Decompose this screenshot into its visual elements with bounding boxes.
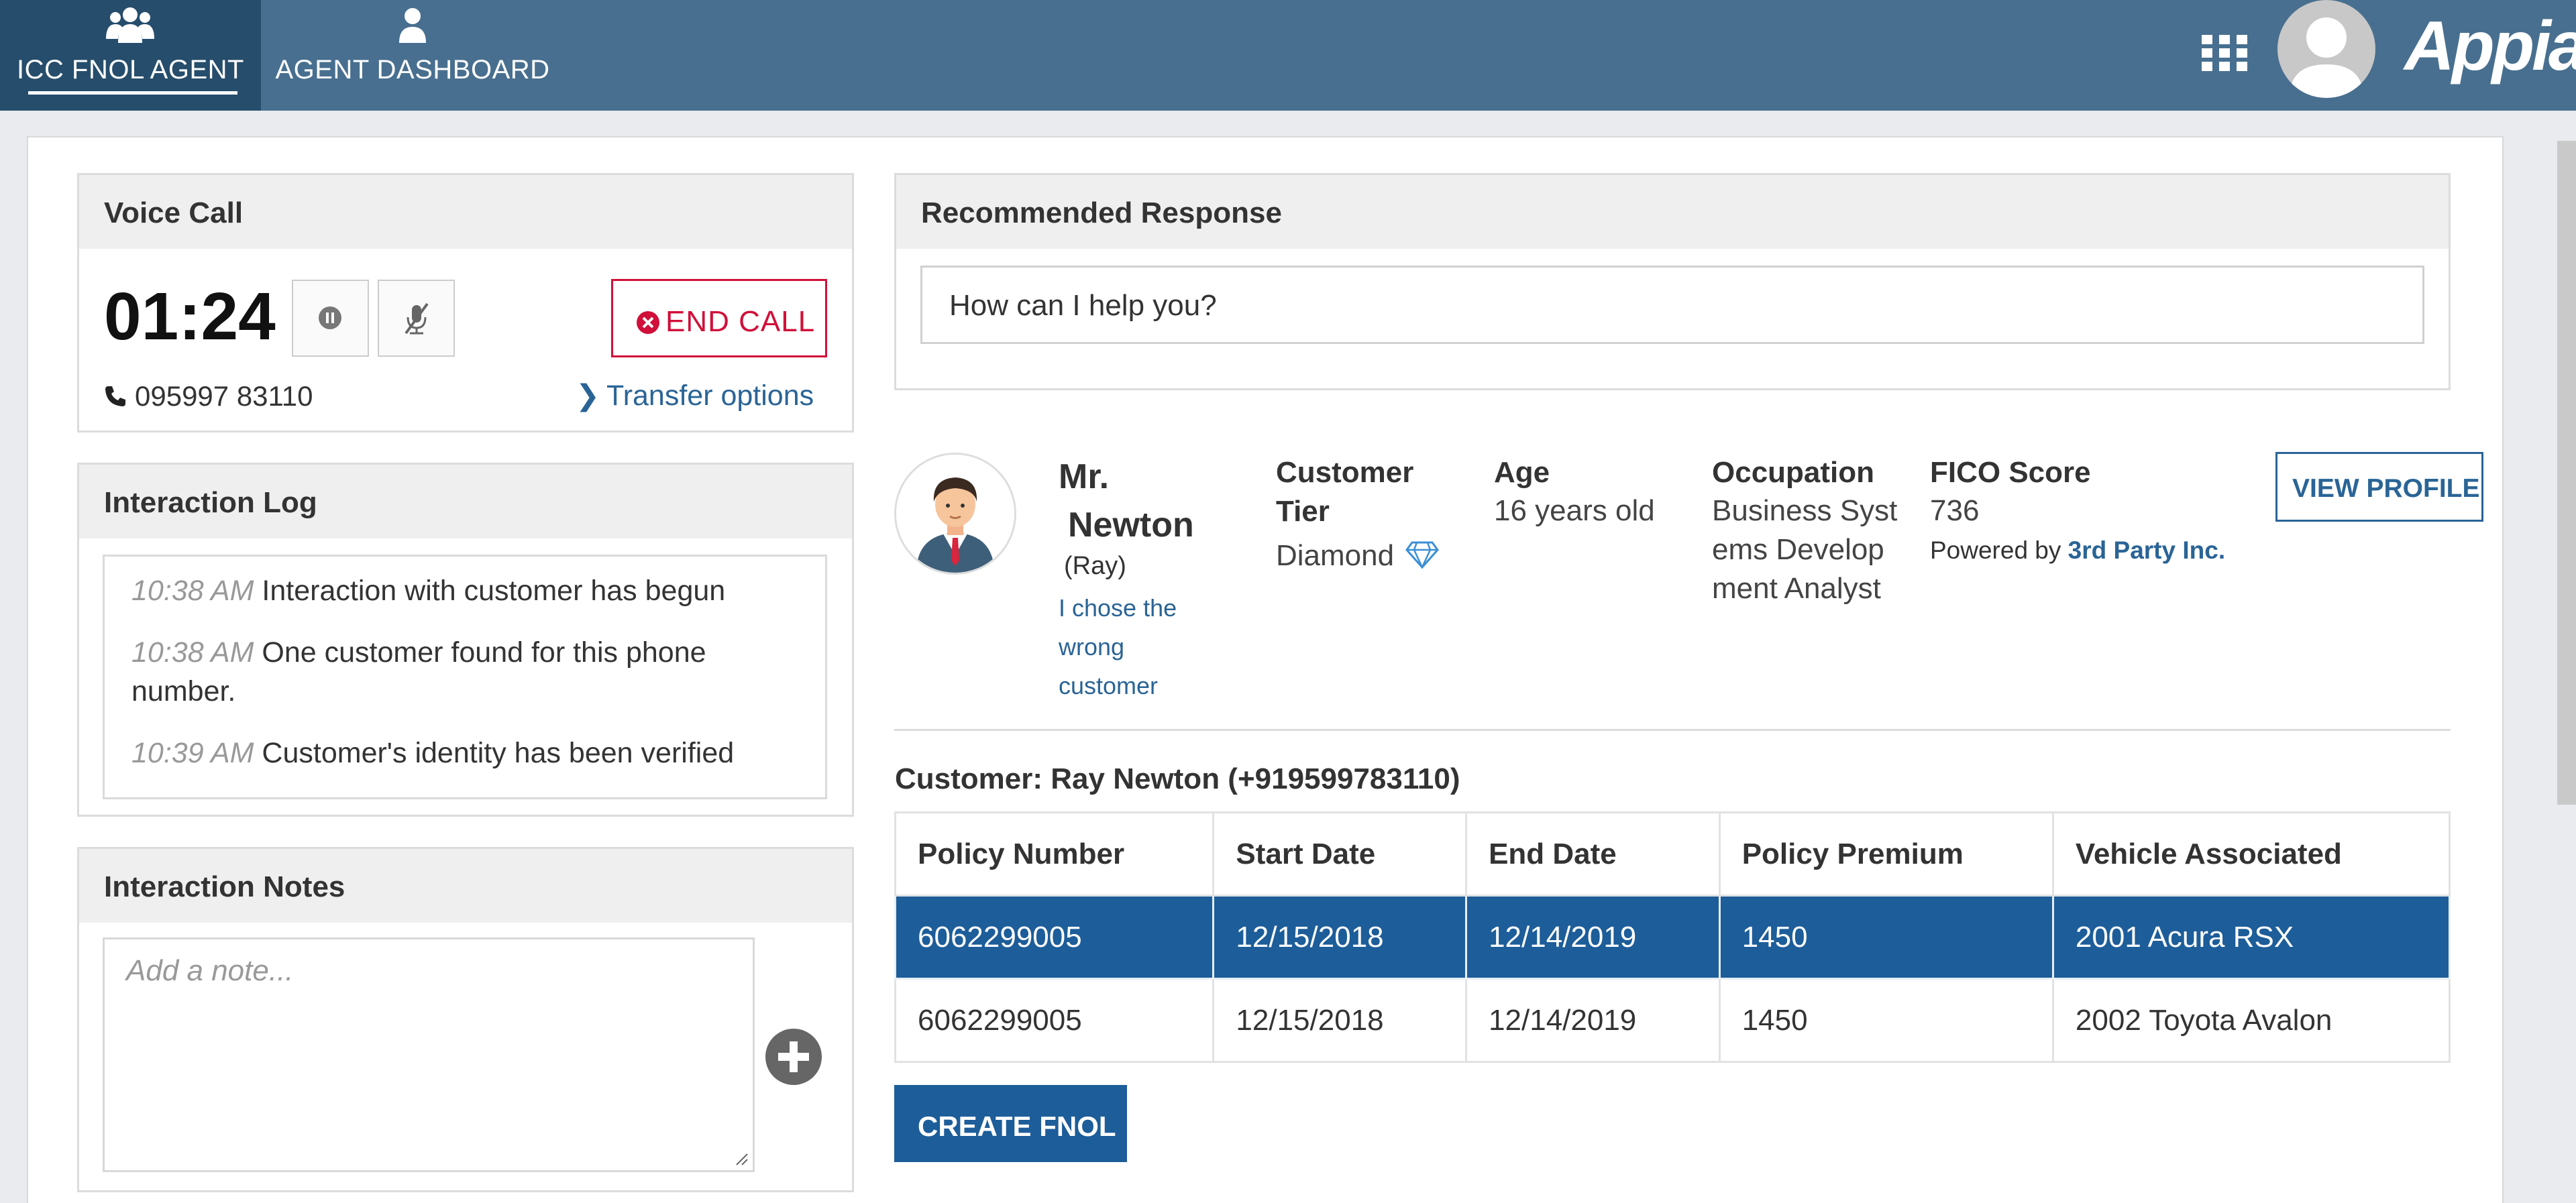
user-avatar[interactable]: [2277, 0, 2375, 98]
start-date-cell: 12/15/2018: [1212, 895, 1468, 980]
customer-summary: Customer: Ray Newton (+919599783110): [895, 762, 1460, 795]
resize-handle-icon: [736, 1153, 748, 1165]
diamond-icon: [1405, 540, 1439, 569]
powered-by-label: Powered by: [1930, 536, 2061, 564]
table-row-selected[interactable]: 6062299005 12/15/2018 12/14/2019 1450 20…: [894, 895, 2451, 980]
occupation-label: Occupation: [1712, 456, 1875, 489]
log-timestamp: 10:39 AM: [131, 737, 254, 769]
user-icon: [261, 4, 564, 44]
vehicle-cell: 2002 Toyota Avalon: [2051, 978, 2451, 1063]
column-header[interactable]: Start Date: [1212, 811, 1468, 897]
card-header: Voice Call: [79, 175, 852, 249]
log-timestamp: 10:38 AM: [131, 636, 254, 669]
column-header[interactable]: Vehicle Associated: [2051, 811, 2451, 897]
customer-avatar: [894, 453, 1016, 575]
chevron-right-icon: ❯: [576, 380, 600, 412]
end-date-cell: 12/14/2019: [1465, 895, 1721, 980]
table-row[interactable]: 6062299005 12/15/2018 12/14/2019 1450 20…: [894, 978, 2451, 1063]
appian-logo: Appian: [2404, 7, 2576, 85]
start-date-cell: 12/15/2018: [1212, 978, 1468, 1063]
column-header[interactable]: Policy Premium: [1718, 811, 2054, 897]
add-note-button[interactable]: [765, 1028, 822, 1086]
policy-table: Policy Number Start Date End Date Policy…: [894, 811, 2451, 1063]
note-placeholder: Add a note...: [126, 954, 294, 987]
customer-tier-label: Customer Tier: [1276, 456, 1414, 528]
log-entry: 10:38 AM One customer found for this pho…: [131, 633, 809, 711]
wrong-customer-link[interactable]: I chose the wrong customer: [1059, 589, 1220, 705]
phone-number: 095997 83110: [135, 380, 313, 412]
column-header[interactable]: Policy Number: [894, 811, 1215, 897]
customer-tier-value: Diamond: [1276, 539, 1395, 572]
card-header: Interaction Log: [79, 465, 852, 538]
view-profile-button[interactable]: VIEW PROFILE: [2275, 452, 2483, 522]
column-header[interactable]: End Date: [1465, 811, 1721, 897]
hold-button[interactable]: [292, 280, 369, 357]
log-timestamp: 10:38 AM: [131, 575, 254, 607]
powered-by-vendor: 3rd Party Inc.: [2068, 536, 2226, 564]
transfer-options-label: Transfer options: [606, 380, 814, 412]
users-icon: [0, 4, 261, 44]
fico-score-label: FICO Score: [1930, 456, 2091, 489]
caller-phone: 095997 83110: [104, 380, 313, 412]
divider: [894, 729, 2451, 731]
log-text: Interaction with customer has begun: [262, 575, 726, 607]
mute-button[interactable]: [378, 280, 455, 357]
tab-label: ICC FNOL AGENT: [17, 55, 244, 84]
tab-agent-dashboard[interactable]: AGENT DASHBOARD: [261, 0, 564, 111]
end-date-cell: 12/14/2019: [1465, 978, 1721, 1063]
create-fnol-button[interactable]: CREATE FNOL: [894, 1085, 1127, 1162]
age-label: Age: [1494, 456, 1550, 489]
recommended-response-text: How can I help you?: [920, 266, 2424, 344]
policy-number-cell: 6062299005: [894, 895, 1215, 980]
log-entry: 10:39 AM Customer's identity has been ve…: [131, 734, 809, 772]
scrollbar[interactable]: [2557, 141, 2576, 805]
policy-premium-cell: 1450: [1718, 978, 2054, 1063]
age-value: 16 years old: [1494, 494, 1655, 527]
pause-icon: [319, 306, 341, 329]
active-tab-indicator: [28, 91, 237, 95]
fico-score-value: 736: [1930, 494, 1980, 527]
customer-name: Mr. Newton: [1059, 453, 1194, 549]
phone-icon: [105, 386, 125, 406]
tab-icc-fnol-agent[interactable]: ICC FNOL AGENT: [0, 0, 261, 111]
end-call-label: END CALL: [665, 305, 816, 338]
interaction-log-list: 10:38 AM Interaction with customer has b…: [103, 555, 827, 799]
customer-nickname: (Ray): [1064, 552, 1126, 580]
customer-last-name: Newton: [1068, 506, 1194, 545]
card-header: Recommended Response: [896, 175, 2449, 249]
table-header-row: Policy Number Start Date End Date Policy…: [894, 811, 2451, 897]
microphone-slash-icon: [405, 302, 429, 335]
call-timer: 01:24: [104, 279, 276, 354]
powered-by: Powered by 3rd Party Inc.: [1930, 536, 2225, 565]
policy-premium-cell: 1450: [1718, 895, 2054, 980]
transfer-options-link[interactable]: ❯ Transfer options: [576, 379, 814, 412]
occupation-value: Business Systems Development Analyst: [1712, 494, 1898, 605]
customer-title: Mr.: [1059, 457, 1110, 496]
policy-number-cell: 6062299005: [894, 978, 1215, 1063]
vehicle-cell: 2001 Acura RSX: [2051, 895, 2451, 980]
note-textarea[interactable]: Add a note...: [103, 937, 755, 1172]
plus-circle-icon: [765, 1029, 822, 1085]
log-entry: 10:38 AM Interaction with customer has b…: [131, 571, 809, 610]
tab-label: AGENT DASHBOARD: [275, 55, 550, 84]
app-grid-icon[interactable]: [2202, 35, 2247, 71]
end-call-button[interactable]: END CALL: [611, 279, 827, 357]
log-text: Customer's identity has been verified: [262, 737, 735, 769]
card-header: Interaction Notes: [79, 849, 852, 923]
close-circle-icon: [637, 311, 659, 334]
